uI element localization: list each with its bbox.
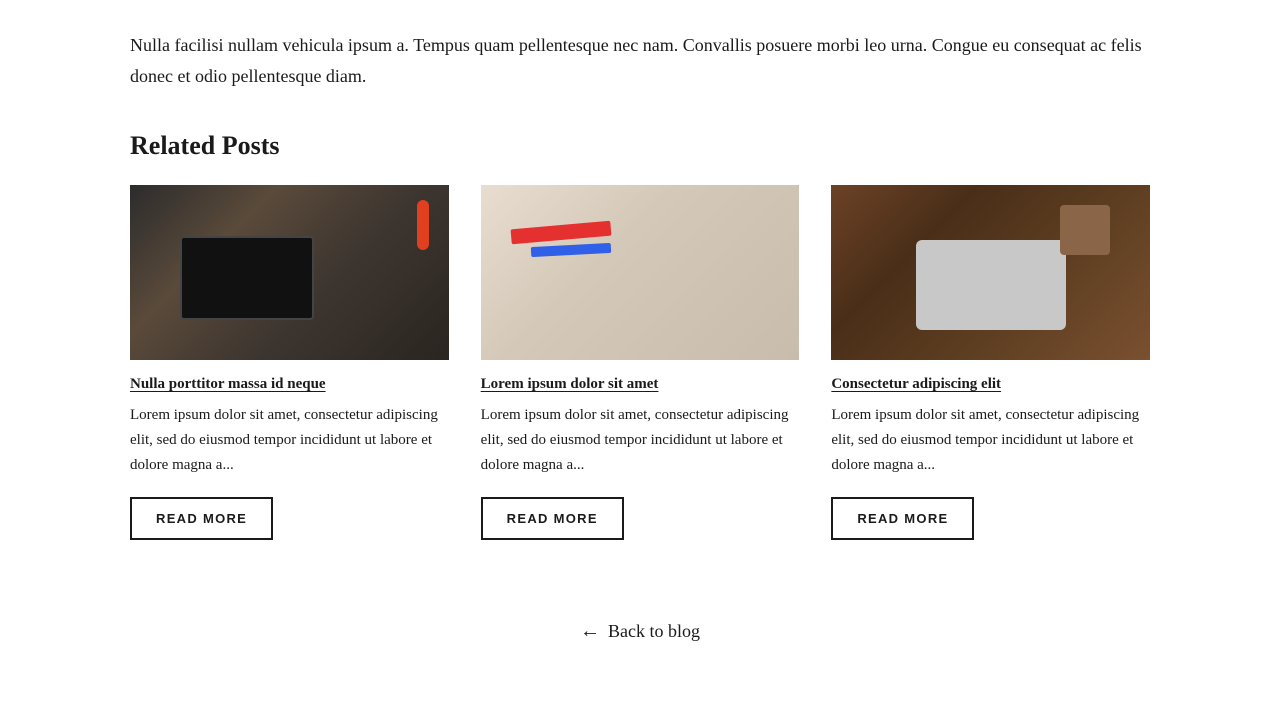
post-excerpt-3: Lorem ipsum dolor sit amet, consectetur … — [831, 403, 1150, 477]
post-image-3 — [831, 185, 1150, 360]
post-image-2 — [481, 185, 800, 360]
back-arrow-icon: ← — [580, 620, 600, 643]
posts-grid: Nulla porttitor massa id neque Lorem ips… — [130, 185, 1150, 540]
post-title-2[interactable]: Lorem ipsum dolor sit amet — [481, 376, 800, 393]
post-excerpt-1: Lorem ipsum dolor sit amet, consectetur … — [130, 403, 449, 477]
intro-paragraph: Nulla facilisi nullam vehicula ipsum a. … — [130, 0, 1150, 121]
back-to-blog-label: Back to blog — [608, 621, 700, 642]
post-thumbnail-3 — [831, 185, 1150, 360]
post-card-2: Lorem ipsum dolor sit amet Lorem ipsum d… — [481, 185, 800, 540]
post-card-3: Consectetur adipiscing elit Lorem ipsum … — [831, 185, 1150, 540]
read-more-button-1[interactable]: READ MORE — [130, 497, 273, 540]
post-title-1[interactable]: Nulla porttitor massa id neque — [130, 376, 449, 393]
back-to-blog-link[interactable]: ← Back to blog — [580, 620, 700, 643]
related-posts-title: Related Posts — [130, 131, 1150, 161]
post-thumbnail-2 — [481, 185, 800, 360]
back-to-blog-section: ← Back to blog — [130, 580, 1150, 693]
post-card-1: Nulla porttitor massa id neque Lorem ips… — [130, 185, 449, 540]
post-thumbnail-1 — [130, 185, 449, 360]
post-excerpt-2: Lorem ipsum dolor sit amet, consectetur … — [481, 403, 800, 477]
related-posts-section: Related Posts Nulla porttitor massa id n… — [130, 131, 1150, 540]
read-more-button-3[interactable]: READ MORE — [831, 497, 974, 540]
post-image-1 — [130, 185, 449, 360]
post-title-3[interactable]: Consectetur adipiscing elit — [831, 376, 1150, 393]
read-more-button-2[interactable]: READ MORE — [481, 497, 624, 540]
page-container: Nulla facilisi nullam vehicula ipsum a. … — [90, 0, 1190, 693]
